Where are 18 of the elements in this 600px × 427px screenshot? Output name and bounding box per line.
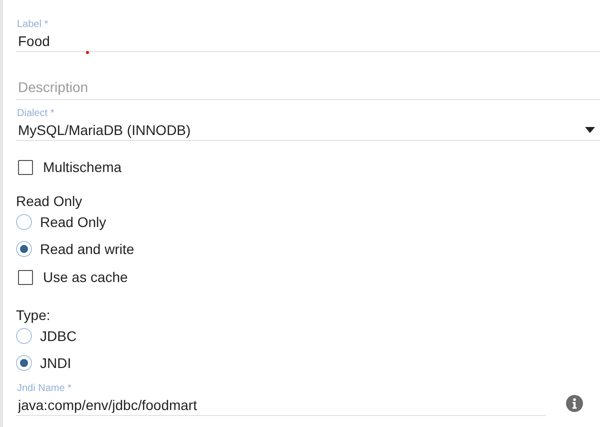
- multischema-checkbox[interactable]: Multischema: [16, 159, 122, 175]
- label-input-field[interactable]: Food: [16, 31, 600, 51]
- jndi-input-field[interactable]: java:comp/env/jdbc/foodmart: [16, 395, 546, 415]
- caret-icon: [585, 127, 595, 133]
- cache-checkbox[interactable]: Use as cache: [16, 266, 128, 288]
- field-label: Label *: [17, 19, 50, 31]
- group-label: Read Only: [16, 194, 84, 208]
- dot-icon: [86, 51, 89, 54]
- info-icon[interactable]: [566, 395, 583, 412]
- field-label: Jndi Name *: [17, 383, 72, 395]
- field-label: Dialect *: [17, 108, 56, 120]
- radio-option[interactable]: JNDI: [16, 349, 72, 376]
- description-input-field[interactable]: Description: [16, 77, 600, 97]
- dialect-dropdown[interactable]: MySQL/MariaDB (INNODB): [16, 120, 600, 140]
- radio-option[interactable]: Read Only: [16, 208, 106, 235]
- radio-option[interactable]: JDBC: [16, 322, 77, 349]
- radio-option[interactable]: Read and write: [16, 235, 134, 262]
- group-label: Type:: [16, 308, 52, 322]
